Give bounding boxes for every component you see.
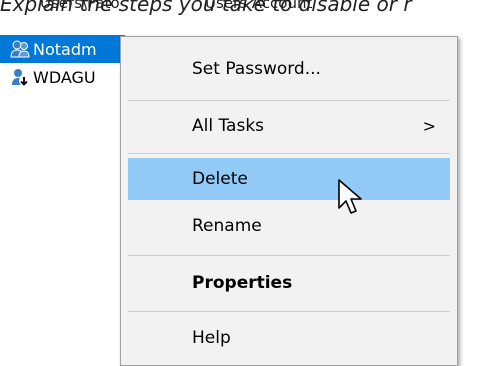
menu-separator bbox=[128, 100, 450, 101]
menu-item-all-tasks[interactable]: All Tasks > bbox=[128, 105, 450, 147]
menu-item-rename[interactable]: Rename bbox=[128, 205, 450, 247]
menu-item-label: Rename bbox=[192, 216, 262, 236]
user-icon bbox=[10, 39, 30, 59]
menu-separator bbox=[128, 255, 450, 256]
menu-item-delete[interactable]: Delete bbox=[128, 158, 450, 200]
menu-item-help[interactable]: Help bbox=[128, 317, 450, 359]
tree-item-label: WDAGU bbox=[33, 67, 96, 87]
chevron-right-icon: > bbox=[422, 116, 436, 136]
column-header-account: Users Account bbox=[205, 0, 313, 12]
context-menu: Set Password... All Tasks > Delete Renam… bbox=[120, 36, 458, 366]
menu-item-label: Delete bbox=[192, 169, 248, 189]
tree-item-wdagu[interactable]: WDAGU bbox=[0, 63, 125, 91]
mouse-pointer-icon bbox=[338, 179, 362, 214]
user-disabled-icon bbox=[10, 67, 30, 87]
tree-item-notadm[interactable]: Notadm bbox=[0, 35, 125, 63]
menu-item-properties[interactable]: Properties bbox=[128, 262, 450, 304]
menu-item-set-password[interactable]: Set Password... bbox=[128, 48, 450, 90]
column-header-name: Users\Pato bbox=[40, 0, 120, 12]
tree-item-label: Notadm bbox=[33, 39, 97, 59]
menu-item-label: Properties bbox=[192, 273, 293, 293]
menu-item-label: Help bbox=[192, 328, 231, 348]
menu-item-label: All Tasks bbox=[192, 116, 265, 136]
menu-separator bbox=[128, 153, 450, 154]
menu-separator bbox=[128, 311, 450, 312]
menu-item-label: Set Password... bbox=[192, 59, 321, 79]
